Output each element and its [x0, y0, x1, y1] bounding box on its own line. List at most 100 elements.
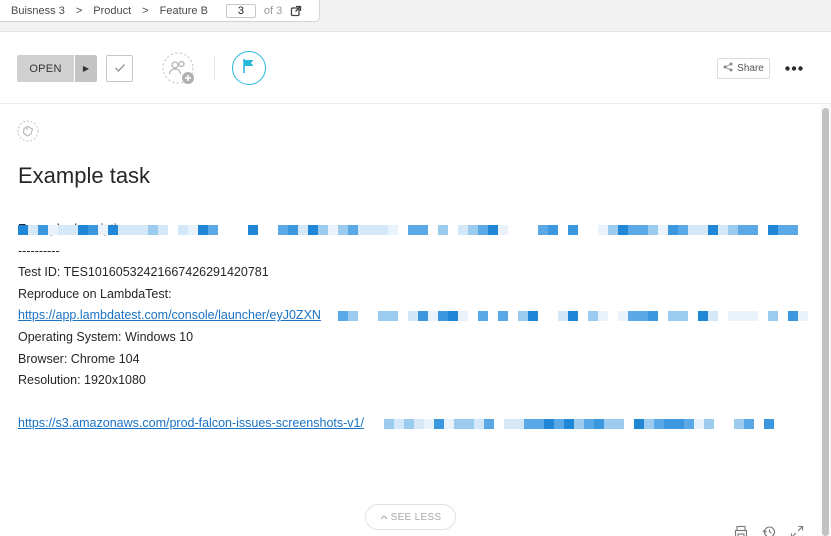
redaction-pixel	[648, 225, 658, 235]
redaction-pixel	[614, 419, 624, 430]
redaction-pixel	[444, 419, 454, 430]
status-button[interactable]: OPEN ▶	[17, 55, 97, 82]
redaction-pixel	[498, 311, 508, 322]
breadcrumb: Buisness 3 > Product > Feature B 3 of 3	[0, 0, 320, 22]
redaction-pixel	[318, 225, 328, 235]
scrollbar-thumb[interactable]	[822, 108, 829, 536]
redaction-pixel	[468, 225, 478, 235]
redaction-pixel	[664, 419, 674, 430]
redaction-pixel	[618, 311, 628, 322]
redaction-pixel	[584, 419, 594, 430]
redaction-pixel	[648, 311, 658, 322]
task-content: Example task Example description -------…	[0, 105, 820, 536]
expand-icon[interactable]	[790, 525, 804, 536]
screenshot-link-row: https://s3.amazonaws.com/prod-falcon-iss…	[18, 413, 808, 435]
redaction-pixel	[88, 225, 98, 235]
redaction-pixel	[338, 311, 348, 322]
redaction-pixel	[448, 311, 458, 322]
redaction-pixel	[698, 225, 708, 235]
redaction-pixel	[434, 419, 444, 430]
breadcrumb-separator: >	[75, 4, 83, 17]
redaction-pixel	[498, 225, 508, 235]
redaction-pixel	[438, 225, 448, 235]
complete-button[interactable]	[106, 55, 133, 82]
breadcrumb-item-feature[interactable]: Feature B	[149, 5, 208, 17]
redaction-pixel	[524, 419, 534, 430]
redaction-pixel	[678, 311, 688, 322]
task-description[interactable]: Example description ---------- Test ID: …	[18, 219, 808, 435]
redaction-pixel	[598, 311, 608, 322]
redaction-pixel	[548, 225, 558, 235]
redaction-pixel	[394, 419, 404, 430]
redaction-pixel	[618, 225, 628, 235]
redaction-pixel	[668, 311, 678, 322]
lambdatest-link[interactable]: https://app.lambdatest.com/console/launc…	[18, 308, 321, 322]
redaction-pixel	[728, 225, 738, 235]
task-title[interactable]: Example task	[18, 163, 150, 189]
redaction-pixel	[644, 419, 654, 430]
tag-icon[interactable]	[17, 119, 39, 142]
redaction-pixel	[438, 311, 448, 322]
redaction-pixel	[518, 311, 528, 322]
redaction-pixel	[564, 419, 574, 430]
redaction-pixel	[678, 225, 688, 235]
toolbar-divider	[214, 56, 215, 80]
redaction-pixel	[738, 225, 748, 235]
redaction-pixel	[328, 225, 338, 235]
redaction-pixel	[408, 311, 418, 322]
status-button-label[interactable]: OPEN	[17, 55, 74, 82]
redaction-pixel	[628, 311, 638, 322]
redaction-pixel	[588, 311, 598, 322]
redaction-pixel	[558, 311, 568, 322]
see-less-button[interactable]: SEE LESS	[365, 504, 456, 530]
redaction-pixel	[598, 225, 608, 235]
test-id: Test ID: TES10160532421667426291420781	[18, 265, 269, 280]
redaction-pixel	[708, 225, 718, 235]
page-number-input[interactable]: 3	[225, 3, 256, 18]
see-less-label: SEE LESS	[390, 511, 442, 523]
history-icon[interactable]	[762, 525, 776, 536]
redaction-pixel	[674, 419, 684, 430]
redaction-pixel	[418, 225, 428, 235]
add-assignee-icon[interactable]	[162, 52, 194, 84]
redaction-pixel	[568, 311, 578, 322]
breadcrumb-item-business[interactable]: Buisness 3	[0, 5, 65, 17]
lambdatest-link-row: https://app.lambdatest.com/console/launc…	[18, 305, 808, 327]
redaction-pixel	[198, 225, 208, 235]
redaction-pixel	[378, 311, 388, 322]
redaction-pixel	[708, 311, 718, 322]
redaction-pixel	[604, 419, 614, 430]
redaction-pixel	[638, 225, 648, 235]
share-label: Share	[737, 63, 764, 74]
redaction-pixel	[78, 225, 88, 235]
redaction-pixel	[348, 225, 358, 235]
redaction-pixel	[744, 419, 754, 430]
share-icon	[723, 62, 733, 75]
redaction-pixel	[654, 419, 664, 430]
redaction-pixel	[308, 225, 318, 235]
redaction-pixel	[788, 311, 798, 322]
external-link-icon[interactable]	[290, 5, 302, 17]
breadcrumb-item-product[interactable]: Product	[82, 5, 131, 17]
description-divider: ----------	[18, 243, 60, 258]
chevron-up-icon	[380, 512, 388, 523]
redaction-pixel	[798, 311, 808, 322]
redaction-pixel	[488, 225, 498, 235]
redaction-pixel	[278, 225, 288, 235]
redaction-pixel	[158, 225, 168, 235]
redaction-pixel	[208, 225, 218, 235]
redaction-pixel	[628, 225, 638, 235]
redaction-pixel	[404, 419, 414, 430]
redaction-pixel	[148, 225, 158, 235]
redaction-pixel	[698, 311, 708, 322]
more-icon[interactable]	[784, 58, 804, 78]
redaction-pixel	[298, 225, 308, 235]
redacted-line	[18, 219, 148, 241]
redaction-pixel	[408, 225, 418, 235]
dropdown-arrow-icon[interactable]: ▶	[74, 55, 97, 82]
flag-button[interactable]	[232, 51, 266, 85]
print-icon[interactable]	[734, 525, 748, 536]
redaction-pixel	[768, 225, 778, 235]
share-button[interactable]: Share	[717, 58, 770, 79]
screenshot-link[interactable]: https://s3.amazonaws.com/prod-falcon-iss…	[18, 416, 364, 430]
